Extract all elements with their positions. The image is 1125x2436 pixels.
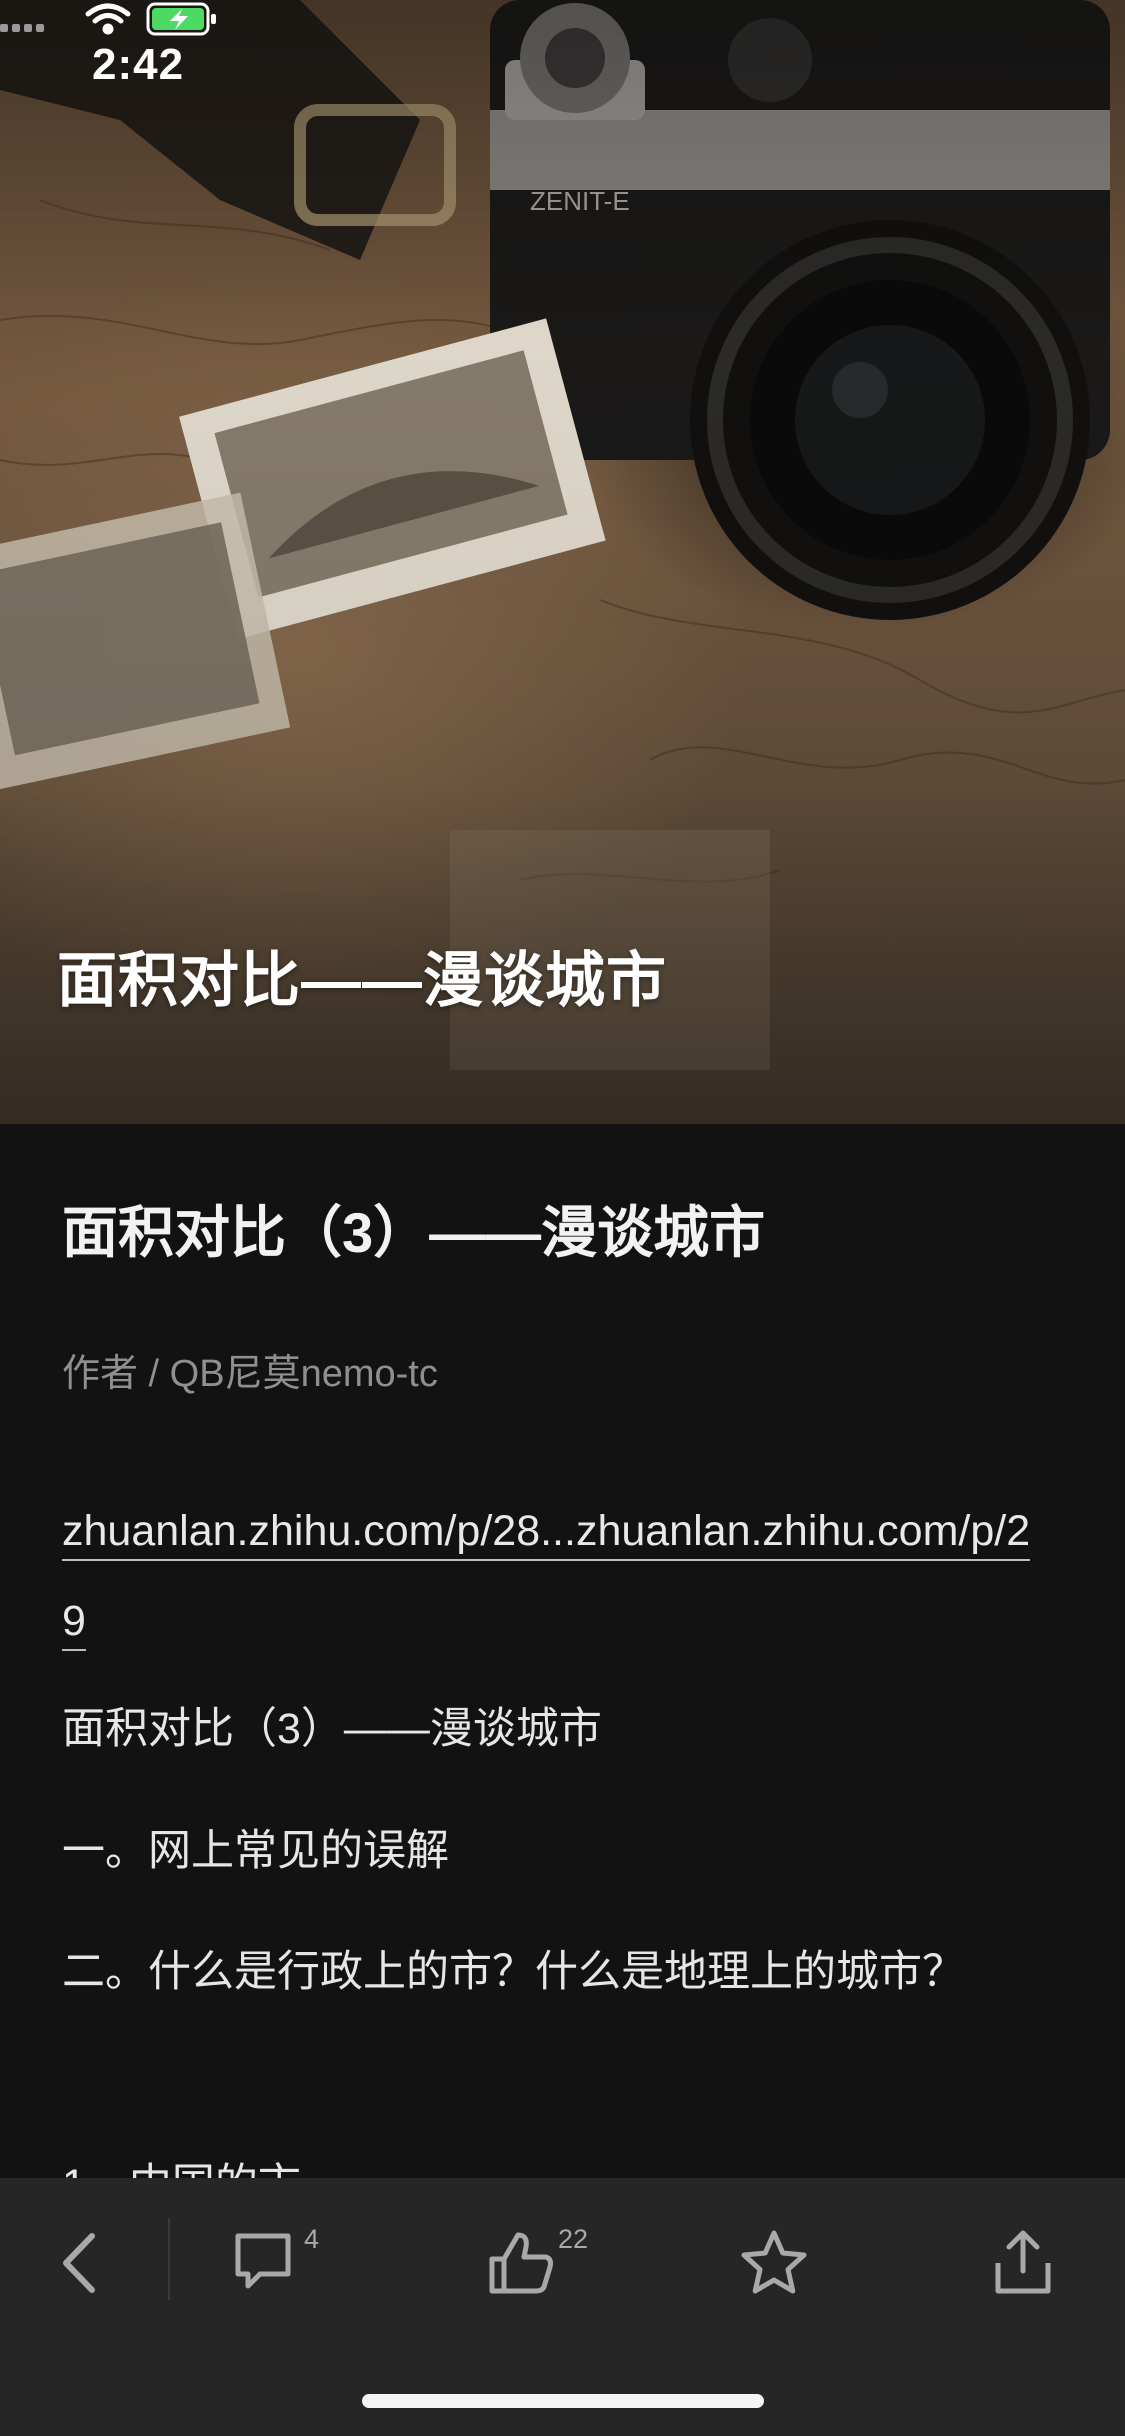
- article-link[interactable]: zhuanlan.zhihu.com/p/28...zhuanlan.zhihu…: [62, 1486, 1047, 1666]
- share-icon: [995, 2230, 1051, 2294]
- status-time: 2:42: [92, 40, 185, 89]
- paragraph: 二。什么是行政上的市？什么是地理上的城市？: [62, 1948, 965, 1996]
- wifi-icon: [85, 3, 131, 35]
- home-indicator[interactable]: [362, 2394, 764, 2408]
- paragraph: 一。网上常见的误解: [62, 1827, 449, 1875]
- article-link-text[interactable]: zhuanlan.zhihu.com/p/28...zhuanlan.zhihu…: [62, 1507, 1031, 1651]
- article-title: 面积对比（3）——漫谈城市: [62, 1201, 766, 1264]
- back-icon: [63, 2233, 95, 2293]
- like-count: 22: [558, 2224, 589, 2254]
- star-icon: [741, 2230, 807, 2294]
- share-button[interactable]: [990, 2218, 1070, 2308]
- like-icon: [489, 2232, 553, 2294]
- hero-image: ZENIT-E 2:42: [0, 0, 1125, 1124]
- favorite-button[interactable]: [738, 2218, 818, 2308]
- toolbar-divider: [168, 2218, 170, 2300]
- article-author[interactable]: 作者 / QB尼莫nemo-tc: [62, 1342, 438, 1397]
- paragraph: 面积对比（3）——漫谈城市: [62, 1705, 602, 1753]
- status-icons: [0, 2, 216, 36]
- signal-icon: [0, 24, 44, 32]
- comment-icon: [235, 2233, 291, 2289]
- back-button[interactable]: [50, 2218, 130, 2308]
- comment-count: 4: [304, 2224, 320, 2254]
- hero-title: 面积对比——漫谈城市: [57, 947, 667, 1014]
- battery-icon: [146, 2, 216, 36]
